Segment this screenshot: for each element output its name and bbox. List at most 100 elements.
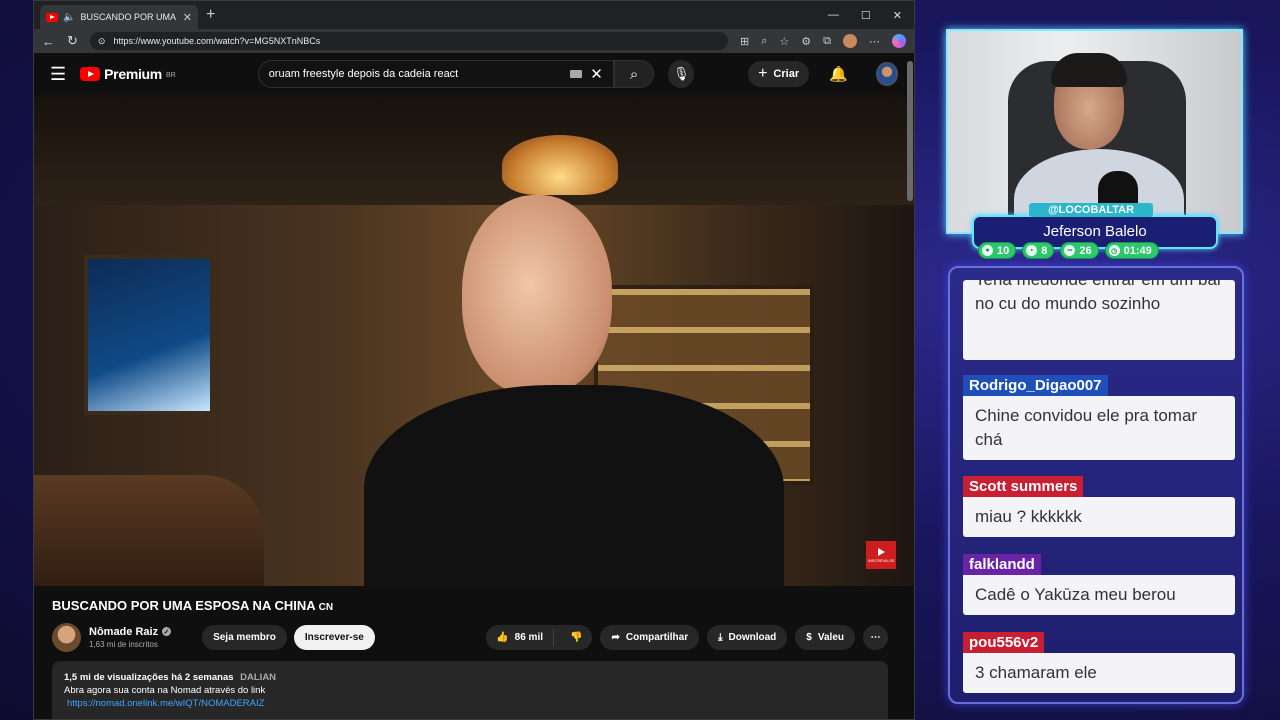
menu-icon[interactable]: ☰ <box>50 64 66 85</box>
chat-message: Rodrigo_Digao007 Chine convidou ele pra … <box>963 375 1235 460</box>
country-flag: CN <box>318 602 334 613</box>
extensions-icon[interactable]: ⚙ <box>801 35 811 48</box>
stat-chat-value: 8 <box>1041 244 1048 257</box>
browser-window: 🔈 BUSCANDO POR UMA ESPOSA ✕ + — ☐ ✕ ← ↻ … <box>33 0 915 720</box>
maximize-icon[interactable]: ☐ <box>861 9 871 22</box>
notifications-bell-icon[interactable]: 🔔 <box>829 65 848 83</box>
description-line: Abra agora sua conta na Nomad através do… <box>64 685 266 696</box>
dislike-button[interactable]: 👎 <box>560 632 592 643</box>
app-available-icon[interactable]: ⊞ <box>740 35 749 48</box>
keyboard-icon[interactable] <box>570 70 583 78</box>
chat-username: falklandd <box>963 554 1041 575</box>
account-avatar[interactable] <box>875 62 898 86</box>
download-button[interactable]: ⤓ Download <box>707 624 788 650</box>
clear-search-icon[interactable]: ✕ <box>590 65 603 83</box>
profile-icon[interactable] <box>843 34 857 48</box>
thanks-label: Valeu <box>817 631 844 643</box>
chat-message-text: Teria medonde entrar em um bar no cu do … <box>975 280 1223 313</box>
description-box[interactable]: 1,5 mi de visualizações há 2 semanas DAL… <box>52 661 888 719</box>
video-scene-window <box>84 255 214 415</box>
chat-username: Scott summers <box>963 476 1084 497</box>
share-label: Compartilhar <box>625 631 689 643</box>
channel-name[interactable]: Nômade Raiz ✓ <box>89 625 172 638</box>
close-tab-icon[interactable]: ✕ <box>183 11 192 24</box>
subscribe-button[interactable]: Inscrever-se <box>293 624 375 650</box>
create-button[interactable]: + Criar <box>748 61 810 87</box>
chat-overlay: Teria medonde entrar em um bar no cu do … <box>948 266 1244 704</box>
search-input[interactable]: oruam freestyle depois da cadeia react ✕ <box>257 60 614 88</box>
stat-clock: ◷ 01:49 <box>1104 242 1159 259</box>
url-field[interactable]: ⊙ https://www.youtube.com/watch?v=MG5NXT… <box>89 32 728 50</box>
site-info-icon[interactable]: ⊙ <box>98 36 106 47</box>
address-bar: ← ↻ ⊙ https://www.youtube.com/watch?v=MG… <box>34 29 914 53</box>
description-link[interactable]: https://nomad.onelink.me/wIQT/NOMADERAIZ <box>67 698 264 709</box>
close-window-icon[interactable]: ✕ <box>893 9 902 22</box>
play-icon <box>877 547 885 556</box>
chat-message-text: miau ? kkkkkk <box>963 497 1235 537</box>
search-button[interactable]: ⌕ <box>613 60 655 88</box>
plus-icon: + <box>758 65 768 82</box>
thanks-button[interactable]: $ Valeu <box>795 624 855 650</box>
video-scene-lamp <box>502 135 618 195</box>
more-icon[interactable]: ⋯ <box>869 35 880 48</box>
reload-icon[interactable]: ↻ <box>67 33 78 49</box>
more-horizontal-icon: ⋯ <box>870 631 881 643</box>
search-icon: ⌕ <box>629 65 639 83</box>
more-actions-button[interactable]: ⋯ <box>863 624 888 650</box>
chat-message-text: 3 chamaram ele <box>963 653 1235 693</box>
chat-message: Scott summers miau ? kkkkkk <box>963 476 1235 537</box>
zoom-icon[interactable]: ⌕ <box>761 35 767 48</box>
url-text: https://www.youtube.com/watch?v=MG5NXTnN… <box>113 36 321 46</box>
minimize-icon[interactable]: — <box>828 9 839 22</box>
page-scrollbar[interactable] <box>907 61 913 201</box>
window-controls: — ☐ ✕ <box>828 9 914 22</box>
tab-strip: 🔈 BUSCANDO POR UMA ESPOSA ✕ + — ☐ ✕ <box>34 1 914 29</box>
new-tab-icon[interactable]: + <box>206 6 215 24</box>
logo-text: Premium <box>104 66 162 82</box>
voice-search-button[interactable]: 🎙 <box>668 60 695 88</box>
chat-icon: ▪ <box>1026 245 1038 256</box>
browser-tools: ⊞ ⌕ ☆ ⚙ ⧉ ⋯ <box>740 34 906 48</box>
video-scene-body <box>364 385 784 586</box>
search-query: oruam freestyle depois da cadeia react <box>268 68 459 80</box>
view-stats: 1,5 mi de visualizações há 2 semanas <box>64 672 234 683</box>
browser-tab[interactable]: 🔈 BUSCANDO POR UMA ESPOSA ✕ <box>40 5 198 29</box>
video-player[interactable]: INSCREVA-SE <box>34 95 914 586</box>
channel-avatar[interactable] <box>52 622 81 652</box>
location-tag[interactable]: DALIAN <box>240 672 276 683</box>
channel-info: Nômade Raiz ✓ 1,63 mi de inscritos <box>89 625 172 649</box>
stat-link: ∞ 26 <box>1060 242 1099 259</box>
back-icon[interactable]: ← <box>42 34 55 49</box>
join-button[interactable]: Seja membro <box>202 624 287 650</box>
speaker-icon[interactable]: 🔈 <box>63 12 75 23</box>
watermark-label: INSCREVA-SE <box>867 557 895 563</box>
channel-name-text: Nômade Raiz <box>89 625 159 638</box>
viewers-icon: ● <box>982 245 993 256</box>
share-icon: ➦ <box>611 631 620 643</box>
region-code: BR <box>165 72 176 79</box>
chat-message: pou556v2 3 chamaram ele <box>963 632 1235 693</box>
stat-viewers-value: 10 <box>997 244 1010 257</box>
thanks-icon: $ <box>806 631 812 643</box>
download-icon: ⤓ <box>718 631 723 643</box>
youtube-logo[interactable]: Premium BR <box>80 66 176 82</box>
chat-message-partial: Teria medonde entrar em um bar no cu do … <box>963 280 1235 360</box>
collections-icon[interactable]: ⧉ <box>823 35 831 48</box>
chat-message-text: Chine convidou ele pra tomar chá <box>963 396 1235 460</box>
verified-icon: ✓ <box>162 627 172 636</box>
share-button[interactable]: ➦ Compartilhar <box>600 624 700 650</box>
streamer-stats: ● 10 ▪ 8 ∞ 26 ◷ 01:49 <box>978 242 1159 259</box>
like-count: 86 mil <box>514 631 544 643</box>
chat-username: pou556v2 <box>963 632 1045 653</box>
youtube-logo-icon <box>80 67 101 81</box>
download-label: Download <box>728 631 777 643</box>
like-button[interactable]: 👍 86 mil <box>486 628 555 646</box>
video-title-text: BUSCANDO POR UMA ESPOSA NA CHINA <box>52 598 316 613</box>
link-icon: ∞ <box>1064 245 1076 256</box>
subscribe-watermark[interactable]: INSCREVA-SE <box>866 541 896 569</box>
copilot-icon[interactable] <box>892 34 906 48</box>
video-scene-head <box>462 195 612 395</box>
favorite-star-icon[interactable]: ☆ <box>779 35 789 48</box>
like-dislike-group: 👍 86 mil 👎 <box>486 624 593 650</box>
streamer-handle: @LOCOBALTAR <box>1029 203 1153 217</box>
